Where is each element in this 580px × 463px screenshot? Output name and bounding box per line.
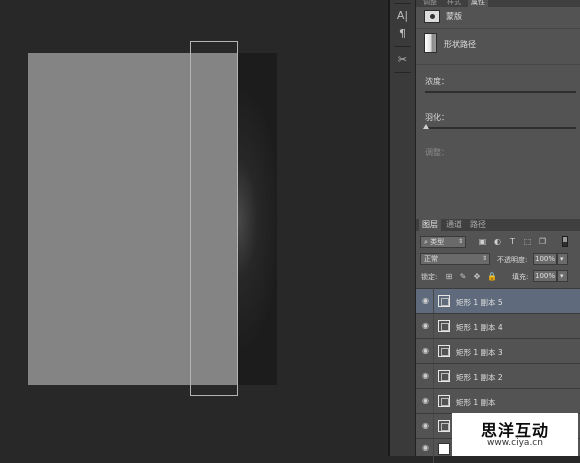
opacity-dropdown-button[interactable]: ▾ — [557, 253, 568, 265]
tab-layers[interactable]: 图层 — [419, 219, 441, 231]
watermark: 思洋互动 www.ciya.cn — [452, 413, 578, 456]
shape-layer-icon — [438, 395, 450, 407]
shape-layer-icon — [438, 370, 450, 382]
layer-name[interactable]: 矩形 1 副本 5 — [456, 297, 503, 308]
divider — [433, 439, 434, 463]
shape-layer-icon — [438, 295, 450, 307]
layer-name[interactable]: 矩形 1 副本 3 — [456, 347, 503, 358]
layer-name[interactable]: 矩形 1 副本 4 — [456, 322, 503, 333]
shape-layer-icon — [438, 345, 450, 357]
fill-dropdown-button[interactable]: ▾ — [557, 270, 568, 282]
lock-label: 锁定: — [421, 273, 438, 281]
fill-value: 100% — [535, 272, 556, 280]
shape-filter-icon[interactable]: ⬚ — [523, 237, 532, 246]
panel-icon-dock: A| ¶ ✂ — [390, 0, 416, 456]
tab-styles[interactable]: 样式 — [444, 0, 464, 7]
opacity-value: 100% — [535, 255, 556, 263]
layers-tab-bar: 图层 通道 路径 — [416, 219, 580, 231]
layer-filter-select[interactable]: ⌕ 类型 ⇕ — [420, 236, 466, 248]
layer-name[interactable]: 矩形 1 副本 — [456, 397, 496, 408]
mask-label: 蒙版 — [446, 12, 462, 21]
layer-row[interactable]: ◉ 矩形 1 副本 4 — [416, 313, 580, 338]
document-canvas[interactable] — [0, 0, 388, 456]
vector-mask-icon[interactable] — [424, 33, 437, 53]
divider — [433, 414, 434, 438]
blend-mode-select[interactable]: 正常 ⇕ — [420, 253, 490, 265]
density-slider[interactable] — [425, 91, 576, 93]
layer-name[interactable]: 矩形 1 副本 2 — [456, 372, 503, 383]
opacity-input[interactable]: 100% — [533, 253, 557, 265]
eye-icon[interactable]: ◉ — [421, 422, 430, 430]
lock-pixels-icon[interactable]: ✎ — [459, 273, 467, 281]
layer-row[interactable]: ◉ 矩形 1 副本 5 — [416, 288, 580, 313]
pixel-mask-icon — [424, 10, 440, 23]
divider — [433, 314, 434, 338]
properties-tab-bar: 调整 样式 属性 — [416, 0, 580, 7]
eye-icon[interactable]: ◉ — [421, 297, 430, 305]
eye-icon[interactable]: ◉ — [421, 372, 430, 380]
pixel-filter-icon[interactable]: ▣ — [478, 237, 487, 246]
lock-transparency-icon[interactable]: ⊞ — [445, 273, 453, 281]
divider — [416, 64, 580, 65]
eye-icon[interactable]: ◉ — [421, 444, 430, 452]
chevron-updown-icon: ⇕ — [457, 238, 463, 245]
layer-row[interactable]: ◉ 矩形 1 副本 3 — [416, 338, 580, 363]
eye-icon[interactable]: ◉ — [421, 347, 430, 355]
eye-icon[interactable]: ◉ — [421, 397, 430, 405]
smart-object-filter-icon[interactable]: ❐ — [538, 237, 547, 246]
feather-slider-handle[interactable] — [423, 124, 429, 129]
dock-divider — [394, 72, 411, 73]
divider — [416, 28, 580, 29]
tab-channels[interactable]: 通道 — [443, 219, 465, 231]
adjustment-filter-icon[interactable]: ◐ — [493, 237, 502, 246]
feather-slider[interactable] — [425, 127, 576, 129]
divider — [433, 289, 434, 313]
tools-icon[interactable]: ✂ — [394, 51, 411, 68]
layer-row[interactable]: ◉ 矩形 1 副本 — [416, 388, 580, 413]
shape-layer-icon — [438, 320, 450, 332]
chevron-down-icon: ▾ — [560, 255, 564, 263]
divider — [433, 389, 434, 413]
dark-shadow-rectangle — [238, 53, 277, 385]
shape-path-outline[interactable] — [190, 41, 238, 396]
eye-icon[interactable]: ◉ — [421, 322, 430, 330]
shape-layer-icon — [438, 420, 450, 432]
filter-toggle-switch[interactable] — [562, 236, 568, 247]
lock-position-icon[interactable]: ✥ — [473, 273, 481, 281]
type-filter-icon[interactable]: T — [508, 237, 517, 246]
density-label: 浓度： — [425, 77, 449, 86]
adjust-label: 调整： — [425, 148, 449, 157]
dock-divider — [394, 3, 411, 4]
divider — [433, 339, 434, 363]
chevron-updown-icon: ⇕ — [481, 255, 487, 262]
watermark-url: www.ciya.cn — [487, 438, 543, 448]
divider — [433, 364, 434, 388]
tab-paths[interactable]: 路径 — [467, 219, 489, 231]
fill-label: 填充: — [512, 273, 529, 281]
layer-row[interactable]: ◉ 矩形 1 副本 2 — [416, 363, 580, 388]
properties-panel: 调整 样式 属性 蒙版 形状路径 浓度： 羽化： 调整： — [416, 0, 580, 214]
tab-properties[interactable]: 属性 — [468, 0, 488, 7]
chevron-down-icon: ▾ — [560, 272, 564, 280]
tab-adjustments[interactable]: 调整 — [420, 0, 440, 7]
opacity-label: 不透明度: — [497, 256, 528, 264]
lock-all-icon[interactable]: 🔒 — [487, 273, 497, 281]
feather-label: 羽化： — [425, 113, 449, 122]
dock-divider — [394, 46, 411, 47]
layer-filter-value: 类型 — [430, 238, 445, 246]
blend-mode-value: 正常 — [424, 255, 438, 263]
layer-thumbnail — [438, 443, 450, 455]
vector-mask-label: 形状路径 — [444, 40, 476, 49]
fill-input[interactable]: 100% — [533, 270, 557, 282]
paragraph-icon[interactable]: ¶ — [394, 25, 411, 42]
character-icon[interactable]: A| — [394, 7, 411, 24]
